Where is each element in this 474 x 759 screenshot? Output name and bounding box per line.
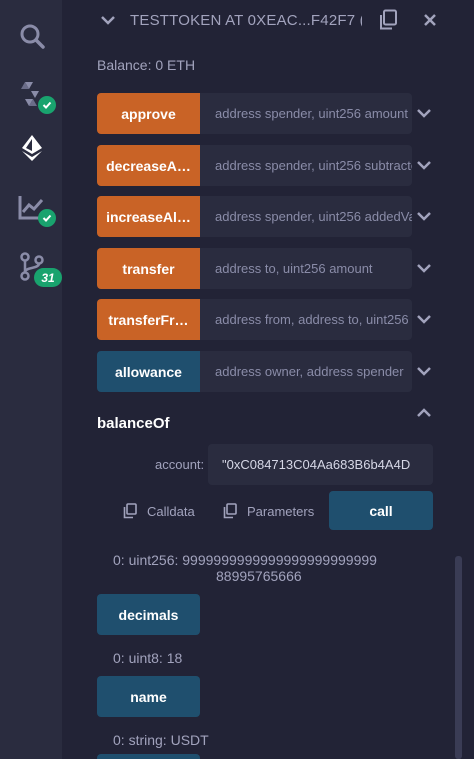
next-function-button[interactable] [97,754,200,759]
parameters-label: Parameters [247,503,315,519]
function-row-allowance: allowance address owner, address spender [97,351,437,392]
account-label: account: [155,457,205,472]
allowance-button[interactable]: allowance [97,351,200,392]
function-row-transferfrom: transferFr… address from, address to, ui… [97,299,437,340]
deploy-run-icon[interactable] [14,130,50,166]
success-check-icon [38,96,56,114]
approve-args-input[interactable]: address spender, uint256 amount [200,93,412,134]
icon-sidebar: 31 [0,0,62,759]
balanceof-title: balanceOf [97,415,170,432]
increase-allowance-args-input[interactable]: address spender, uint256 addedValue [200,196,412,237]
name-result: 0: string: USDT [113,732,209,748]
transfer-args-input[interactable]: address to, uint256 amount [200,248,412,289]
call-button[interactable]: call [329,491,433,530]
approve-button[interactable]: approve [97,93,200,134]
copy-icon [123,503,137,519]
account-input[interactable]: "0xC084713C04Aa683B6b4A4D [208,444,433,485]
chevron-down-icon[interactable] [415,207,433,225]
chevron-down-icon[interactable] [415,259,433,277]
copy-icon [223,503,237,519]
chevron-down-icon[interactable] [415,362,433,380]
analysis-icon[interactable] [14,189,56,227]
function-row-increaseallowance: increaseAl… address spender, uint256 add… [97,196,437,237]
chevron-down-icon[interactable] [415,104,433,122]
solidity-compiler-icon[interactable] [14,76,56,114]
function-row-decreaseallowance: decreaseA… address spender, uint256 subt… [97,145,437,186]
transfer-from-button[interactable]: transferFr… [97,299,200,340]
parameters-copy-button[interactable]: Parameters [223,502,314,520]
contract-title: TESTTOKEN AT 0XEAC...F42F7 (BLOCKCHAIN) [130,12,362,29]
increase-allowance-button[interactable]: increaseAl… [97,196,200,237]
transfer-from-args-input[interactable]: address from, address to, uint256 amount [200,299,412,340]
git-icon[interactable]: 31 [14,248,62,287]
collapse-chevron-icon[interactable] [98,10,118,30]
decrease-allowance-args-input[interactable]: address spender, uint256 subtractedValue [200,145,412,186]
copy-address-icon[interactable] [377,8,401,32]
close-icon[interactable] [420,10,440,30]
chevron-down-icon[interactable] [415,310,433,328]
function-row-approve: approve address spender, uint256 amount [97,93,437,134]
chevron-down-icon[interactable] [415,156,433,174]
success-check-icon [38,209,56,227]
decimals-result: 0: uint8: 18 [113,650,183,666]
decrease-allowance-button[interactable]: decreaseA… [97,145,200,186]
function-row-transfer: transfer address to, uint256 amount [97,248,437,289]
transfer-button[interactable]: transfer [97,248,200,289]
calldata-copy-button[interactable]: Calldata [123,502,195,520]
balanceof-result-continued: 88995765666 [216,568,302,584]
calldata-label: Calldata [147,503,195,519]
scrollbar[interactable] [455,556,462,759]
name-button[interactable]: name [97,676,200,717]
decimals-button[interactable]: decimals [97,594,200,635]
chevron-up-icon[interactable] [415,404,433,422]
balance-label: Balance: 0 ETH [97,57,196,73]
git-count-badge: 31 [34,268,62,287]
balanceof-result: 0: uint256: 9999999999999999999999999 [113,552,377,568]
allowance-args-input[interactable]: address owner, address spender [200,351,412,392]
search-icon[interactable] [14,18,50,54]
